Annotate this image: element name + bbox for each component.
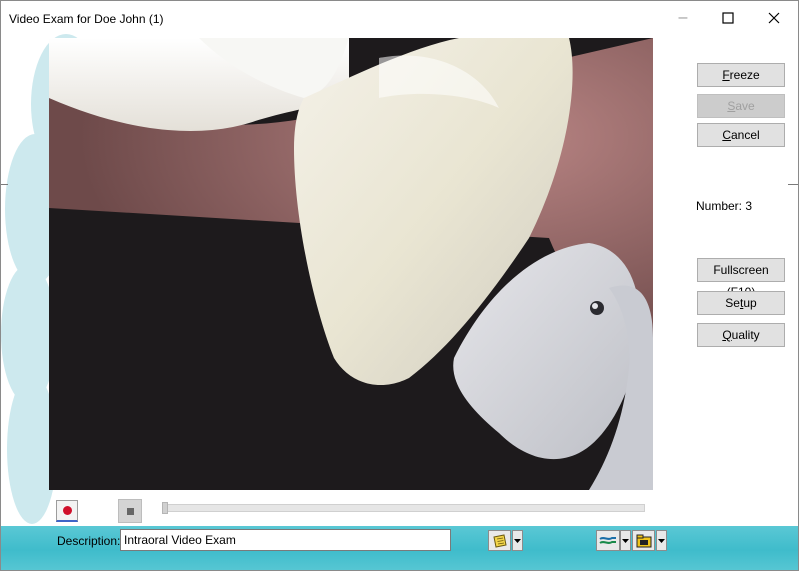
setup-label-rest: up	[743, 296, 757, 310]
stop-icon	[126, 507, 134, 515]
folder-icon	[636, 534, 651, 547]
transfer-dropdown-button[interactable]	[620, 530, 631, 551]
notes-icon	[492, 533, 507, 548]
maximize-button[interactable]	[705, 1, 751, 34]
video-preview[interactable]	[49, 38, 653, 490]
fullscreen-button[interactable]: Fullscreen (F10)	[697, 258, 785, 299]
save-button[interactable]: Save	[697, 94, 785, 118]
record-button[interactable]	[56, 500, 78, 522]
separator-line	[1, 184, 8, 185]
chevron-down-icon	[658, 538, 665, 543]
cancel-label-rest: ancel	[730, 128, 760, 142]
freeze-button[interactable]: Freeze	[697, 63, 785, 87]
record-icon	[62, 506, 72, 515]
cancel-mnemonic: C	[722, 128, 731, 142]
transfer-button[interactable]	[596, 530, 620, 551]
freeze-mnemonic: F	[722, 68, 730, 82]
notes-dropdown-button[interactable]	[512, 530, 523, 551]
stop-button[interactable]	[118, 499, 142, 523]
notes-button[interactable]	[488, 530, 511, 551]
video-exam-window: Video Exam for Doe John (1) – Freeze Sav…	[0, 0, 799, 571]
folder-button[interactable]	[632, 530, 655, 551]
close-icon	[768, 12, 780, 23]
recording-progress-track[interactable]	[162, 504, 645, 512]
save-label-rest: ave	[735, 99, 755, 113]
folder-dropdown-button[interactable]	[656, 530, 667, 551]
chevron-down-icon	[622, 538, 629, 543]
image-number-label: Number: 3	[696, 199, 753, 213]
maximize-icon	[722, 11, 734, 24]
transfer-icon	[599, 536, 616, 544]
setup-label-pre: Se	[725, 296, 740, 310]
close-button[interactable]	[751, 1, 797, 34]
description-label: Description:	[57, 534, 121, 548]
minimize-icon: –	[678, 8, 688, 26]
quality-label-rest: uality	[731, 328, 760, 342]
window-title: Video Exam for Doe John (1)	[9, 12, 164, 26]
chevron-down-icon	[514, 538, 521, 543]
minimize-button[interactable]: –	[660, 1, 706, 34]
description-input[interactable]	[120, 529, 451, 551]
freeze-label-rest: reeze	[729, 68, 760, 82]
intraoral-camera-image	[49, 38, 653, 490]
separator-line	[788, 184, 798, 185]
recording-progress-thumb[interactable]	[162, 502, 168, 514]
setup-button[interactable]: Setup	[697, 291, 785, 315]
quality-mnemonic: Q	[722, 328, 732, 342]
quality-button[interactable]: Quality	[697, 323, 785, 347]
cancel-button[interactable]: Cancel	[697, 123, 785, 147]
title-bar[interactable]: Video Exam for Doe John (1) –	[1, 1, 798, 34]
